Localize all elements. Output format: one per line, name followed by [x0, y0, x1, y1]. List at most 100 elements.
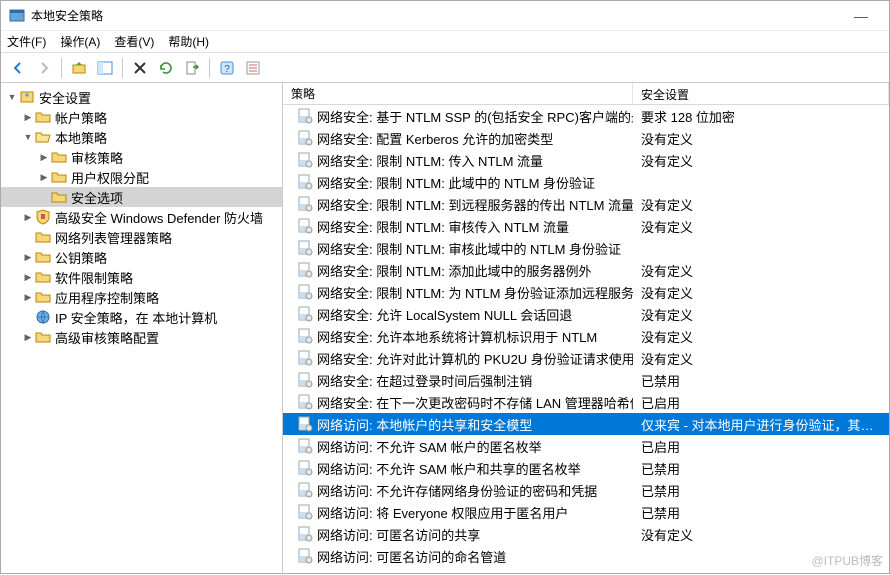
policy-setting: 没有定义: [633, 305, 889, 324]
policy-icon: [297, 218, 313, 234]
policy-name: 网络安全: 限制 NTLM: 到远程服务器的传出 NTLM 流量: [317, 195, 633, 214]
policy-icon: [297, 284, 313, 300]
app-icon: [9, 8, 25, 24]
list-row[interactable]: 网络访问: 本地帐户的共享和安全模型仅来宾 - 对本地用户进行身份验证，其身份为…: [283, 413, 889, 435]
tree-label: 用户权限分配: [71, 168, 149, 187]
column-setting[interactable]: 安全设置: [633, 83, 889, 104]
menu-bar: 文件(F) 操作(A) 查看(V) 帮助(H): [1, 31, 889, 53]
navigation-tree[interactable]: ▼ 安全设置 ▶帐户策略▼本地策略▶审核策略▶用户权限分配安全选项▶高级安全 W…: [1, 83, 283, 575]
up-button[interactable]: [68, 57, 90, 79]
expander-icon[interactable]: ▶: [21, 212, 35, 223]
tree-item[interactable]: ▶ 用户权限分配: [1, 167, 282, 187]
tree-label: 软件限制策略: [55, 268, 133, 287]
list-row[interactable]: 网络安全: 在下一次更改密码时不存储 LAN 管理器哈希值已启用: [283, 391, 889, 413]
list-row[interactable]: 网络访问: 可匿名访问的共享没有定义: [283, 523, 889, 545]
list-row[interactable]: 网络安全: 允许对此计算机的 PKU2U 身份验证请求使用联机...没有定义: [283, 347, 889, 369]
toolbar-separator: [122, 58, 123, 78]
refresh-button[interactable]: [155, 57, 177, 79]
minimize-button[interactable]: —: [841, 8, 881, 24]
tree-root[interactable]: ▼ 安全设置: [1, 87, 282, 107]
policy-name: 网络安全: 限制 NTLM: 添加此域中的服务器例外: [317, 261, 591, 280]
policy-icon: [297, 526, 313, 542]
tree-item[interactable]: IP 安全策略，在 本地计算机: [1, 307, 282, 327]
policy-setting: 要求 128 位加密: [633, 107, 889, 126]
tree-item[interactable]: 安全选项: [1, 187, 282, 207]
expander-icon[interactable]: ▼: [5, 92, 19, 102]
tree-label: 安全选项: [71, 188, 123, 207]
delete-button[interactable]: [129, 57, 151, 79]
list-row[interactable]: 网络访问: 不允许 SAM 帐户和共享的匿名枚举已禁用: [283, 457, 889, 479]
ip-policy-icon: [35, 309, 51, 325]
expander-icon[interactable]: ▶: [21, 252, 35, 263]
list-row[interactable]: 网络安全: 限制 NTLM: 此域中的 NTLM 身份验证: [283, 171, 889, 193]
list-row[interactable]: 网络访问: 可匿名访问的命名管道: [283, 545, 889, 567]
tree-item[interactable]: ▶ 应用程序控制策略: [1, 287, 282, 307]
list-row[interactable]: 网络安全: 允许本地系统将计算机标识用于 NTLM没有定义: [283, 325, 889, 347]
security-root-icon: [19, 89, 35, 105]
expander-icon[interactable]: ▶: [37, 152, 51, 163]
list-header: 策略 安全设置: [283, 83, 889, 105]
shield-icon: [35, 209, 51, 225]
menu-view[interactable]: 查看(V): [114, 33, 154, 50]
list-row[interactable]: 网络访问: 将 Everyone 权限应用于匿名用户已禁用: [283, 501, 889, 523]
policy-setting: 已禁用: [633, 371, 889, 390]
tree-label: 本地策略: [55, 128, 107, 147]
policy-icon: [297, 350, 313, 366]
list-row[interactable]: 网络安全: 限制 NTLM: 审核此域中的 NTLM 身份验证: [283, 237, 889, 259]
properties-button[interactable]: [242, 57, 264, 79]
policy-name: 网络访问: 不允许存储网络身份验证的密码和凭据: [317, 481, 597, 500]
list-row[interactable]: 网络安全: 限制 NTLM: 审核传入 NTLM 流量没有定义: [283, 215, 889, 237]
tree-item[interactable]: 网络列表管理器策略: [1, 227, 282, 247]
policy-setting: 没有定义: [633, 195, 889, 214]
policy-icon: [297, 548, 313, 564]
policy-setting: 已启用: [633, 393, 889, 412]
expander-icon[interactable]: ▼: [21, 132, 35, 142]
tree-item[interactable]: ▶帐户策略: [1, 107, 282, 127]
list-row[interactable]: 网络安全: 限制 NTLM: 传入 NTLM 流量没有定义: [283, 149, 889, 171]
policy-icon: [297, 152, 313, 168]
expander-icon[interactable]: ▶: [21, 272, 35, 283]
policy-icon: [297, 394, 313, 410]
expander-icon[interactable]: ▶: [21, 332, 35, 343]
list-row[interactable]: 网络安全: 允许 LocalSystem NULL 会话回退没有定义: [283, 303, 889, 325]
list-row[interactable]: 网络安全: 限制 NTLM: 为 NTLM 身份验证添加远程服务器例...没有定…: [283, 281, 889, 303]
list-row[interactable]: 网络安全: 在超过登录时间后强制注销 已禁用: [283, 369, 889, 391]
list-row[interactable]: 网络安全: 基于 NTLM SSP 的(包括安全 RPC)客户端的最小...要求…: [283, 105, 889, 127]
policy-name: 网络访问: 本地帐户的共享和安全模型: [317, 415, 532, 434]
export-button[interactable]: [181, 57, 203, 79]
column-policy[interactable]: 策略: [283, 83, 633, 104]
tree-item[interactable]: ▶ 软件限制策略: [1, 267, 282, 287]
tree-item[interactable]: ▶ 高级审核策略配置: [1, 327, 282, 347]
list-row[interactable]: 网络访问: 不允许 SAM 帐户的匿名枚举已启用: [283, 435, 889, 457]
expander-icon[interactable]: ▶: [37, 172, 51, 183]
menu-file[interactable]: 文件(F): [7, 33, 46, 50]
list-row[interactable]: 网络安全: 限制 NTLM: 添加此域中的服务器例外 没有定义: [283, 259, 889, 281]
tree-item[interactable]: ▶审核策略: [1, 147, 282, 167]
expander-icon[interactable]: ▶: [21, 292, 35, 303]
folder-icon: [51, 189, 67, 205]
list-row[interactable]: 网络访问: 不允许存储网络身份验证的密码和凭据已禁用: [283, 479, 889, 501]
expander-icon[interactable]: ▶: [21, 112, 35, 123]
policy-name: 网络安全: 配置 Kerberos 允许的加密类型: [317, 129, 553, 148]
menu-action[interactable]: 操作(A): [60, 33, 100, 50]
list-row[interactable]: 网络安全: 配置 Kerberos 允许的加密类型没有定义: [283, 127, 889, 149]
policy-icon: [297, 240, 313, 256]
tree-item[interactable]: ▶高级安全 Windows Defender 防火墙: [1, 207, 282, 227]
back-button[interactable]: [7, 57, 29, 79]
tree-item[interactable]: ▶公钥策略: [1, 247, 282, 267]
forward-button[interactable]: [33, 57, 55, 79]
show-hide-tree-button[interactable]: [94, 57, 116, 79]
list-row[interactable]: 网络安全: 限制 NTLM: 到远程服务器的传出 NTLM 流量没有定义: [283, 193, 889, 215]
policy-setting: 没有定义: [633, 349, 889, 368]
policy-name: 网络安全: 在超过登录时间后强制注销: [317, 371, 532, 390]
policy-setting: 已启用: [633, 437, 889, 456]
help-button[interactable]: ?: [216, 57, 238, 79]
list-body[interactable]: 网络安全: 基于 NTLM SSP 的(包括安全 RPC)客户端的最小...要求…: [283, 105, 889, 575]
tree-item[interactable]: ▼ 本地策略: [1, 127, 282, 147]
tree-label: 高级审核策略配置: [55, 328, 159, 347]
policy-setting: 没有定义: [633, 261, 889, 280]
policy-name: 网络安全: 限制 NTLM: 为 NTLM 身份验证添加远程服务器例...: [317, 283, 633, 302]
folder-icon: [35, 329, 51, 345]
tree-label: 应用程序控制策略: [55, 288, 159, 307]
menu-help[interactable]: 帮助(H): [168, 33, 209, 50]
